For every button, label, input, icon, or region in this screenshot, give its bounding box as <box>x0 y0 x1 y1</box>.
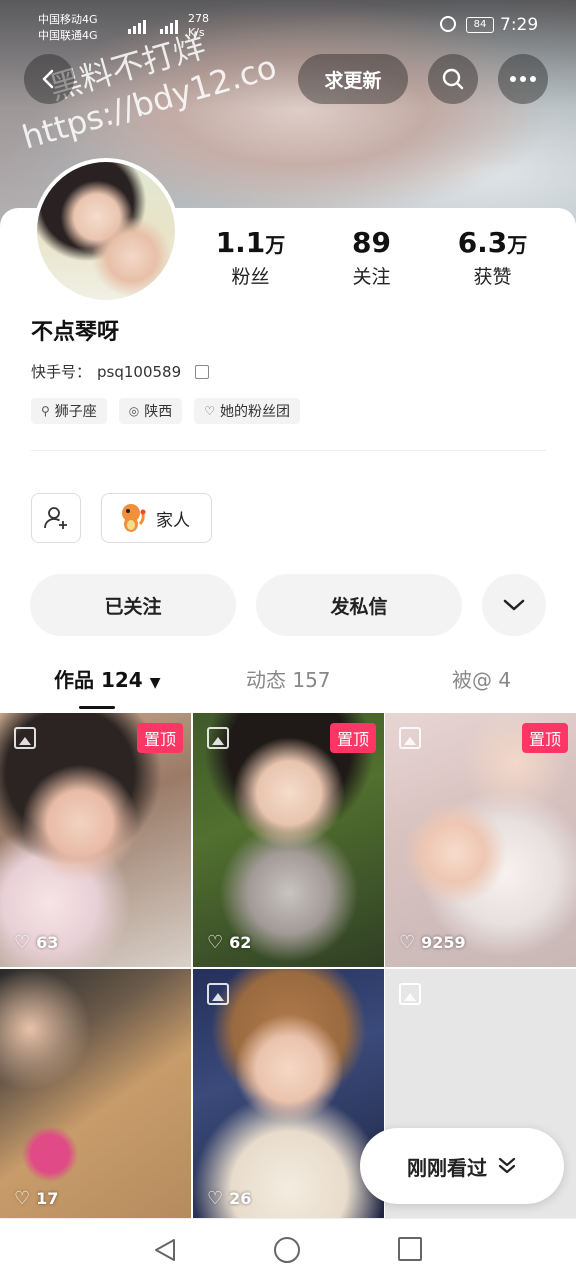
system-nav-bar <box>0 1218 576 1280</box>
heart-icon: ♡ <box>14 1188 31 1209</box>
pinned-badge: 置顶 <box>136 723 183 753</box>
request-update-button[interactable]: 求更新 <box>298 54 408 104</box>
chevron-down-icon <box>503 599 525 611</box>
back-button[interactable] <box>24 54 74 104</box>
stat-fans[interactable]: 1.1万 粉丝 <box>190 226 311 292</box>
group-chip-family[interactable]: 家人 <box>101 493 212 543</box>
user-id: 快手号： psq100589 <box>31 361 210 382</box>
status-bar: 中国移动4G 中国联通4G 278 K/s 84 7:29 <box>0 0 576 54</box>
pinned-badge: 置顶 <box>521 723 568 753</box>
nav-back-icon[interactable] <box>152 1237 178 1263</box>
search-icon <box>442 68 464 90</box>
heart-icon: ♡ <box>207 932 224 953</box>
content-tabs: 作品 124 ▼ 动态 157 被@ 4 <box>0 664 576 710</box>
image-icon <box>207 727 229 749</box>
pinned-badge: 置顶 <box>329 723 376 753</box>
expand-button[interactable] <box>482 574 546 636</box>
tag-location[interactable]: ◎ 陕西 <box>118 398 183 424</box>
image-icon <box>14 727 36 749</box>
image-icon <box>399 983 421 1005</box>
grid-item[interactable]: 置顶 ♡ 9259 <box>385 713 576 967</box>
tag-zodiac[interactable]: ⚲ 狮子座 <box>31 398 107 424</box>
send-message-button[interactable]: 发私信 <box>256 574 462 636</box>
like-count: ♡ 17 <box>14 1188 59 1209</box>
like-count: ♡ 63 <box>14 932 59 953</box>
add-friend-button[interactable] <box>31 493 81 543</box>
charmander-icon <box>122 504 146 532</box>
nav-home-icon[interactable] <box>274 1237 300 1263</box>
heart-icon: ♡ <box>207 1188 224 1209</box>
chevron-left-icon <box>42 69 54 89</box>
more-button[interactable] <box>498 54 548 104</box>
battery-icon: 84 <box>466 17 494 33</box>
tab-mentions[interactable]: 被@ 4 <box>452 664 511 696</box>
like-count: ♡ 9259 <box>399 932 466 953</box>
stat-likes[interactable]: 6.3万 获赞 <box>432 226 553 292</box>
profile-tags: ⚲ 狮子座 ◎ 陕西 ♡ 她的粉丝团 <box>31 398 301 424</box>
alarm-icon <box>440 16 456 32</box>
search-icon: ⚲ <box>41 404 50 418</box>
signal-icon <box>128 16 146 34</box>
tab-dynamics[interactable]: 动态 157 <box>246 664 331 696</box>
signal-icon-2 <box>160 16 178 34</box>
caret-down-icon: ▼ <box>149 675 161 691</box>
search-button[interactable] <box>428 54 478 104</box>
nav-recents-icon[interactable] <box>398 1237 422 1261</box>
tag-fan-club[interactable]: ♡ 她的粉丝团 <box>194 398 301 424</box>
recently-viewed-button[interactable]: 刚刚看过 <box>360 1128 564 1204</box>
profile-name: 不点琴呀 <box>31 320 120 345</box>
heart-icon: ♡ <box>399 932 416 953</box>
followed-button[interactable]: 已关注 <box>30 574 236 636</box>
tab-works[interactable]: 作品 124 ▼ <box>54 664 160 699</box>
carrier-info: 中国移动4G 中国联通4G <box>38 12 98 44</box>
grid-item[interactable]: ♡ 17 <box>0 969 191 1223</box>
stat-following[interactable]: 89 关注 <box>311 226 432 292</box>
grid-item[interactable]: 置顶 ♡ 62 <box>193 713 384 967</box>
like-count: ♡ 62 <box>207 932 252 953</box>
network-speed: 278 K/s <box>188 12 209 39</box>
location-icon: ◎ <box>128 404 140 418</box>
divider <box>31 450 546 451</box>
image-icon <box>207 983 229 1005</box>
avatar[interactable] <box>33 158 179 304</box>
double-chevron-down-icon <box>498 1157 516 1174</box>
more-dots-icon <box>510 76 536 82</box>
carrier-1: 中国移动4G <box>38 13 98 26</box>
image-icon <box>399 727 421 749</box>
copy-icon[interactable] <box>195 364 210 379</box>
fan-club-icon: ♡ <box>204 404 216 418</box>
like-count: ♡ 26 <box>207 1188 252 1209</box>
carrier-2: 中国联通4G <box>38 29 98 42</box>
grid-item[interactable]: 置顶 ♡ 63 <box>0 713 191 967</box>
tab-indicator <box>79 706 115 709</box>
heart-icon: ♡ <box>14 932 31 953</box>
profile-stats: 1.1万 粉丝 89 关注 6.3万 获赞 <box>190 226 570 292</box>
clock: 7:29 <box>500 15 539 35</box>
add-user-icon <box>44 507 67 529</box>
grid-item[interactable]: ♡ 26 <box>193 969 384 1223</box>
